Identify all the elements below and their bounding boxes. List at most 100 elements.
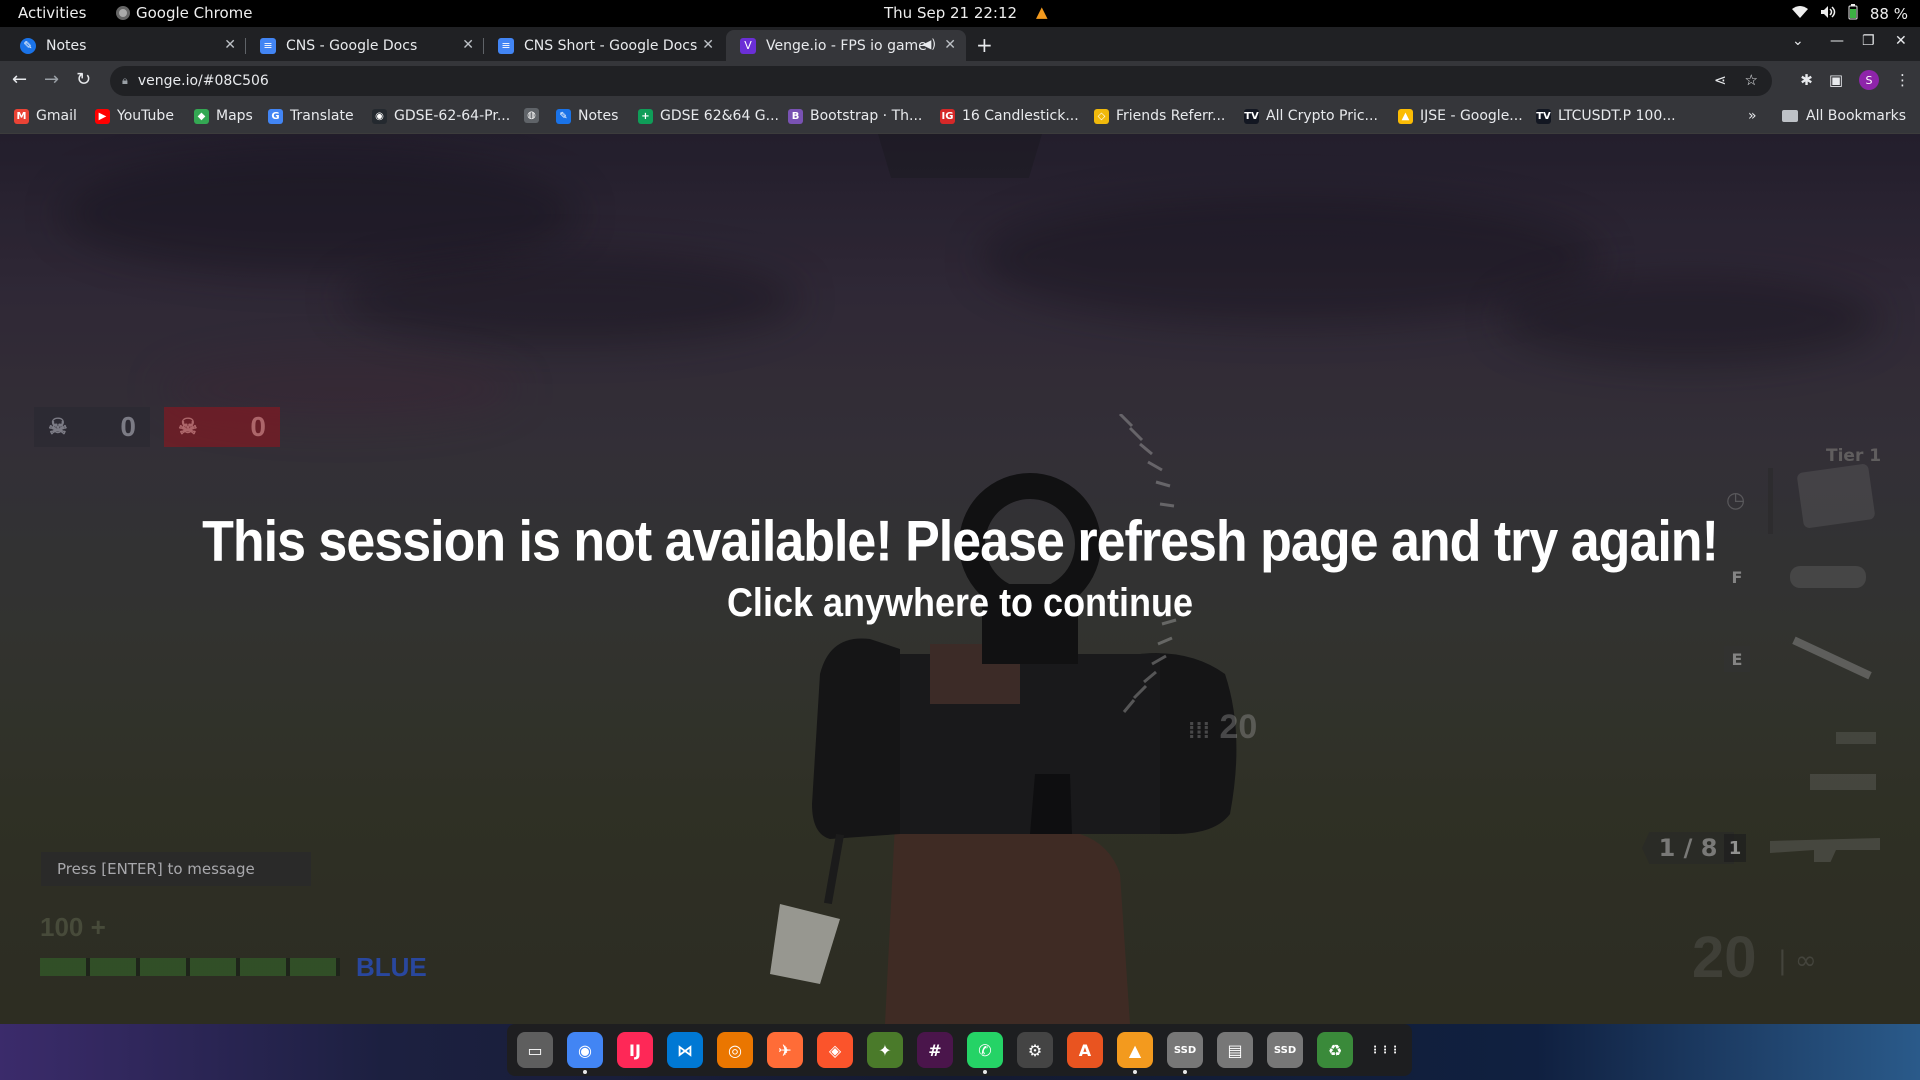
- bookmark-label: Friends Referr...: [1116, 108, 1226, 124]
- bookmark-item[interactable]: ▲ IJSE - Google...: [1398, 108, 1523, 124]
- extensions-icon[interactable]: ✱: [1800, 71, 1813, 89]
- weapon-slot-icon: [1836, 732, 1876, 744]
- bookmark-item[interactable]: IG 16 Candlestick...: [940, 108, 1079, 124]
- bookmark-item[interactable]: TV LTCUSDT.P 100...: [1536, 108, 1676, 124]
- ssd-2-icon[interactable]: SSD: [1267, 1032, 1303, 1068]
- browser-toolbar: ← → ↻ 🔒︎ venge.io/#08C506 ⋖ ☆ ✱ ▣ S ⋮: [0, 61, 1920, 101]
- chrome-icon[interactable]: ◉: [567, 1032, 603, 1074]
- bookmark-favicon-icon: ◇: [1094, 108, 1109, 124]
- back-icon[interactable]: ←: [12, 69, 27, 90]
- bookmark-item[interactable]: B Bootstrap · Th...: [788, 108, 922, 124]
- folder-icon: [1782, 110, 1798, 122]
- tab-title: Notes: [46, 37, 87, 54]
- magazine-ammo: 20: [1692, 925, 1757, 990]
- tab-search-icon[interactable]: ⌄: [1792, 33, 1804, 49]
- bookmark-item[interactable]: ✎ Notes: [556, 108, 618, 124]
- bookmark-label: 16 Candlestick...: [962, 108, 1079, 124]
- chat-input[interactable]: Press [ENTER] to message: [41, 852, 311, 886]
- skull-icon: ☠: [178, 414, 198, 439]
- tab-title: Venge.io - FPS io game: [766, 37, 927, 54]
- settings-icon[interactable]: ⚙: [1017, 1032, 1053, 1068]
- bookmark-label: Gmail: [36, 108, 77, 124]
- tab-notes[interactable]: ✎ Notes ✕: [6, 30, 246, 61]
- restore-icon[interactable]: ❐: [1862, 33, 1875, 49]
- ssd-1-icon[interactable]: SSD: [1167, 1032, 1203, 1074]
- bookmark-item[interactable]: + GDSE 62&64 G...: [638, 108, 779, 124]
- slack-icon[interactable]: #: [917, 1032, 953, 1068]
- forward-icon[interactable]: →: [44, 69, 59, 90]
- share-icon[interactable]: ⋖: [1714, 71, 1727, 89]
- bullets-icon: ⁞⁞⁞: [1188, 718, 1210, 743]
- close-tab-icon[interactable]: ✕: [462, 37, 474, 53]
- bookmark-star-icon[interactable]: ☆: [1745, 71, 1758, 89]
- scope-ammo-value: 20: [1219, 708, 1258, 746]
- close-tab-icon[interactable]: ✕: [944, 37, 956, 53]
- minimize-icon[interactable]: —: [1830, 33, 1844, 49]
- brave-icon[interactable]: ◈: [817, 1032, 853, 1068]
- tab-cns-docs[interactable]: ≡ CNS - Google Docs ✕: [246, 30, 484, 61]
- drive-icon[interactable]: ▤: [1217, 1032, 1253, 1068]
- bookmark-label: All Crypto Pric...: [1266, 108, 1378, 124]
- bookmark-label: Bootstrap · Th...: [810, 108, 923, 124]
- bookmark-favicon-icon: ▶: [95, 108, 110, 124]
- app-grid-icon[interactable]: ⋮⋮⋮: [1367, 1032, 1403, 1068]
- postman-icon[interactable]: ✈: [767, 1032, 803, 1068]
- status-area[interactable]: 88 %: [1791, 4, 1908, 24]
- venge-icon: V: [740, 37, 756, 54]
- bookmark-item[interactable]: TV All Crypto Pric...: [1244, 108, 1378, 124]
- volume-icon: [1820, 5, 1836, 23]
- close-window-icon[interactable]: ✕: [1895, 33, 1907, 49]
- all-bookmarks-button[interactable]: All Bookmarks: [1782, 108, 1906, 124]
- audio-playing-icon[interactable]: ◀): [922, 37, 936, 51]
- side-panel-icon[interactable]: ▣: [1829, 71, 1843, 89]
- address-bar[interactable]: 🔒︎ venge.io/#08C506 ⋖ ☆: [110, 66, 1772, 96]
- close-tab-icon[interactable]: ✕: [224, 37, 236, 53]
- bookmark-label: Notes: [578, 108, 619, 124]
- intellij-icon[interactable]: IJ: [617, 1032, 653, 1068]
- tab-cns-short-docs[interactable]: ≡ CNS Short - Google Docs ✕: [484, 30, 724, 61]
- profile-avatar[interactable]: S: [1859, 70, 1879, 90]
- lock-icon[interactable]: 🔒︎: [122, 74, 128, 88]
- bookmark-item[interactable]: G Translate: [268, 108, 354, 124]
- close-tab-icon[interactable]: ✕: [702, 37, 714, 53]
- bookmark-item[interactable]: ◍: [524, 108, 546, 123]
- clock[interactable]: Thu Sep 21 22:12: [884, 4, 1017, 22]
- app-menu[interactable]: Google Chrome: [116, 4, 253, 22]
- bookmark-label: LTCUSDT.P 100...: [1558, 108, 1676, 124]
- bookmark-item[interactable]: M Gmail: [14, 108, 77, 124]
- bookmark-label: YouTube: [117, 108, 174, 124]
- bookmark-label: Maps: [216, 108, 253, 124]
- cards-ability-icon: [1796, 463, 1876, 529]
- reload-icon[interactable]: ↻: [76, 69, 91, 90]
- key-f-badge: F: [1724, 564, 1750, 590]
- red-team-score: ☠ 0: [164, 407, 280, 447]
- geany-icon[interactable]: ✦: [867, 1032, 903, 1068]
- health-value: 100 +: [40, 912, 106, 942]
- tab-venge[interactable]: V Venge.io - FPS io game ◀) ✕: [726, 30, 966, 61]
- bookmark-favicon-icon: ◉: [372, 108, 387, 124]
- bookmark-favicon-icon: G: [268, 108, 283, 124]
- activities-button[interactable]: Activities: [18, 4, 86, 22]
- vlc-icon[interactable]: ▲: [1117, 1032, 1153, 1074]
- blender-icon[interactable]: ◎: [717, 1032, 753, 1068]
- trash-icon[interactable]: ♻: [1317, 1032, 1353, 1068]
- bookmarks-overflow-icon[interactable]: »: [1748, 108, 1757, 124]
- session-error-message: This session is not available! Please re…: [202, 510, 1719, 574]
- vscode-icon[interactable]: ⋈: [667, 1032, 703, 1068]
- ammo-counter: 1 / 8: [1642, 832, 1734, 864]
- bookmark-label: GDSE-62-64-Pr...: [394, 108, 511, 124]
- new-tab-button[interactable]: +: [976, 33, 993, 57]
- weapon-slot-number: 1: [1724, 834, 1746, 862]
- files-icon[interactable]: ▭: [517, 1032, 553, 1068]
- whatsapp-icon[interactable]: ✆: [967, 1032, 1003, 1074]
- bookmark-item[interactable]: ◆ Maps: [194, 108, 253, 124]
- bookmark-item[interactable]: ◇ Friends Referr...: [1094, 108, 1225, 124]
- software-icon[interactable]: A: [1067, 1032, 1103, 1068]
- vlc-tray-icon[interactable]: ▲: [1036, 3, 1048, 21]
- menu-icon[interactable]: ⋮: [1895, 71, 1910, 89]
- bookmark-item[interactable]: ▶ YouTube: [95, 108, 174, 124]
- game-canvas[interactable]: ☠ 0 ☠ 0 ⁞⁞⁞ 20 This session is not avail…: [0, 134, 1920, 1024]
- url-text[interactable]: venge.io/#08C506: [138, 73, 269, 89]
- continue-prompt[interactable]: Click anywhere to continue: [0, 580, 1920, 626]
- bookmark-item[interactable]: ◉ GDSE-62-64-Pr...: [372, 108, 510, 124]
